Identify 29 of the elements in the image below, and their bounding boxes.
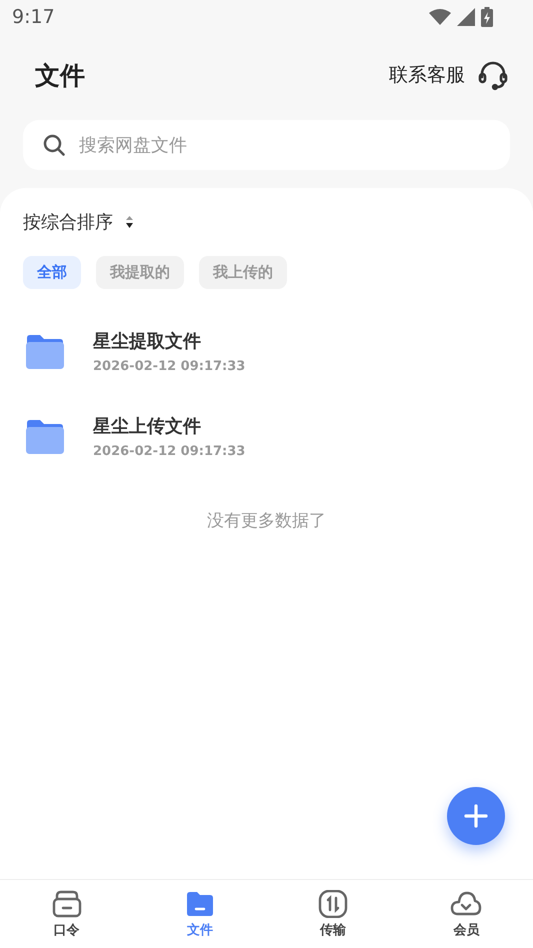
headset-icon [477,59,509,91]
filter-chip[interactable]: 全部 [23,256,81,289]
plus-icon [464,804,488,828]
status-time: 9:17 [12,6,55,28]
file-date: 2026-02-12 09:17:33 [93,359,246,374]
inbox-icon [52,890,82,918]
file-name: 星尘提取文件 [93,330,202,353]
support-button[interactable]: 联系客服 [389,59,509,91]
nav-tab[interactable]: 口令 [26,890,107,938]
end-of-list-note: 没有更多数据了 [207,510,326,532]
nav-tab[interactable]: 会员 [426,890,506,938]
file-name: 星尘上传文件 [93,415,202,438]
folder-icon [184,890,215,918]
folder-icon [25,418,65,454]
page-title: 文件 [35,60,85,92]
sort-icon [125,215,134,229]
search-field[interactable]: 搜索网盘文件 [23,120,510,170]
file-date: 2026-02-12 09:17:33 [93,444,246,459]
signal-icon [457,8,475,26]
wifi-icon [429,9,451,25]
sort-dropdown[interactable]: 按综合排序 [23,210,134,234]
cloud-icon [450,890,482,918]
search-icon [43,134,65,156]
folder-icon [25,334,65,370]
nav-tab[interactable]: 文件 [160,890,240,938]
nav-tab[interactable]: 传输 [293,890,374,938]
add-button[interactable] [447,787,505,845]
battery-icon [481,7,493,27]
transfer-icon [318,890,348,918]
